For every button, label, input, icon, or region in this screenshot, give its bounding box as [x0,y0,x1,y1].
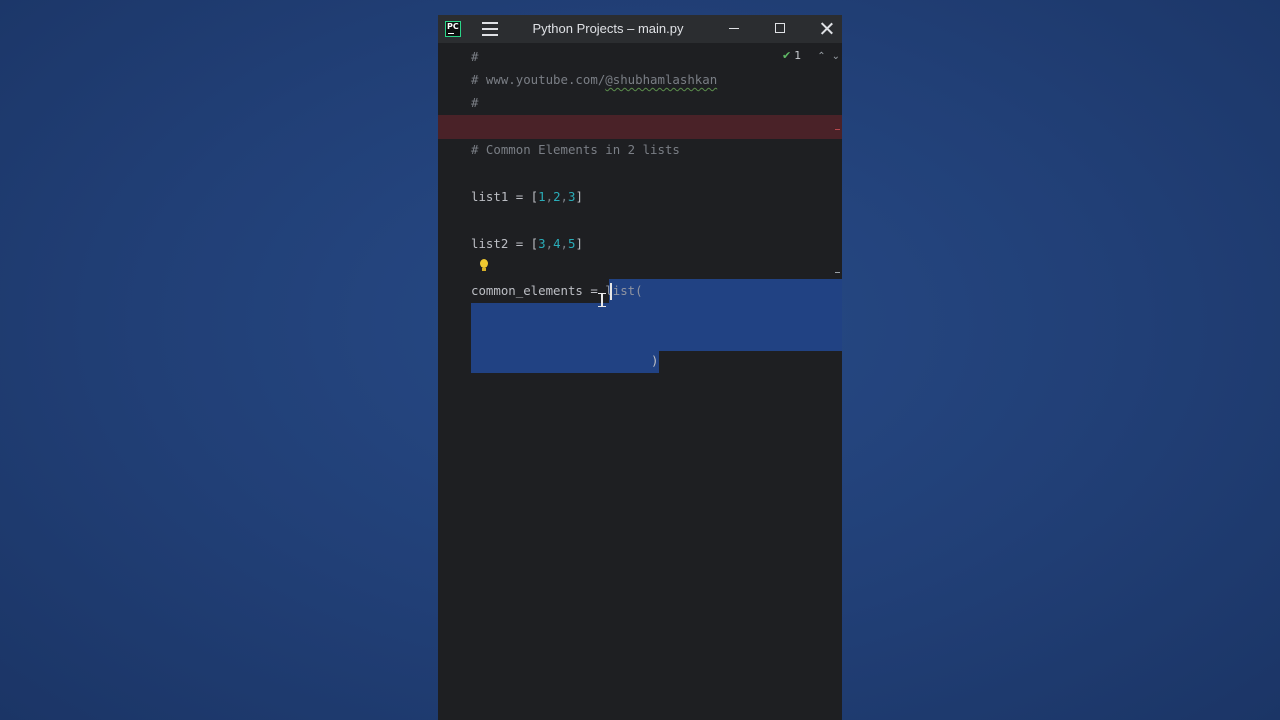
code-line: ) [651,353,659,368]
ide-window: PC Python Projects – main.py ✔ 1 ⌃ ⌄ # # ww… [438,15,842,720]
selection-block [471,351,659,373]
code-line: # www.youtube.com/@shubhamlashkan [471,72,718,87]
check-icon: ✔ [782,49,792,62]
inspection-count: 1 [794,49,802,62]
maximize-button[interactable] [758,15,802,43]
code-line: # Common Elements in 2 lists [471,142,680,157]
stripe-marker[interactable] [835,272,840,273]
title-bar: PC Python Projects – main.py [438,15,842,43]
close-button[interactable] [804,15,842,43]
selection-block [471,303,842,351]
chevron-down-icon[interactable]: ⌄ [832,51,840,62]
code-editor[interactable]: ✔ 1 ⌃ ⌄ # # www.youtube.com/@shubhamlashkan… [438,43,842,720]
chevron-up-icon[interactable]: ⌃ [817,51,825,62]
maximize-icon [775,23,785,33]
youtube-handle: @shubhamlashkan [605,72,718,87]
code-line: list1 = [1,2,3] [471,189,583,204]
close-icon [820,22,833,35]
minimize-icon [729,28,739,29]
code-line: # [471,49,479,64]
error-stripe-marker[interactable] [835,129,840,130]
minimize-button[interactable] [712,15,756,43]
error-line-highlight [438,115,842,139]
selection-block [609,279,842,303]
inspection-widget[interactable]: ✔ 1 ⌃ ⌄ [782,49,840,63]
code-line: common_elements = list( [471,283,643,298]
text-caret [610,283,612,300]
lightbulb-icon[interactable] [480,259,488,271]
code-line: list2 = [3,4,5] [471,236,583,251]
code-line: # [471,95,479,110]
ibeam-cursor-icon [598,293,606,307]
